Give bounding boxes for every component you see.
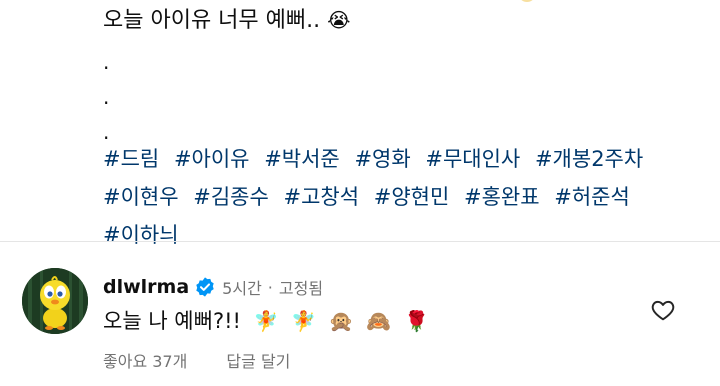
pinned-label: 고정됨 [278, 279, 324, 298]
caption-text: 오늘 아이유 너무 예뻐.. [103, 8, 321, 33]
caption-text-line: 오늘 아이유 너무 예뻐.. 😭 [103, 5, 351, 36]
tweety-avatar-icon [22, 268, 88, 334]
comment-username[interactable]: dlwlrma [103, 276, 189, 298]
caption-dot-1: . [103, 50, 110, 74]
see-no-evil-monkey-emoji: 🙈 [366, 309, 392, 333]
partial-emoji-peek [520, 0, 534, 2]
hashtag-link[interactable]: #박서준 [264, 140, 340, 178]
reply-button[interactable]: 답글 달기 [226, 352, 290, 371]
speak-no-evil-monkey-emoji: 🙊 [328, 309, 354, 333]
heart-outline-icon [651, 300, 675, 321]
likes-count[interactable]: 좋아요 37개 [103, 352, 187, 371]
caption-dot-3: . [103, 120, 110, 144]
comment-actions: 좋아요 37개 답글 달기 [103, 348, 290, 372]
verified-badge-icon [194, 276, 216, 298]
hashtag-link[interactable]: #개봉2주차 [535, 140, 643, 178]
hashtag-link[interactable]: #홍완표 [464, 178, 540, 216]
fairy-emoji: 🧚 [253, 309, 279, 333]
comment-text: 오늘 나 예뻐?!! [103, 309, 241, 333]
hashtag-link[interactable]: #이현우 [103, 178, 179, 216]
rose-emoji: 🌹 [404, 309, 429, 333]
hashtag-link[interactable]: #고창석 [284, 178, 360, 216]
hashtag-link[interactable]: #드림 [103, 140, 159, 178]
hashtag-link[interactable]: #영화 [354, 140, 410, 178]
meta-separator: · [267, 277, 273, 297]
avatar[interactable] [22, 268, 88, 334]
hashtag-link[interactable]: #아이유 [174, 140, 250, 178]
hashtag-link[interactable]: #김종수 [193, 178, 269, 216]
fairy-emoji: 🧚 [291, 309, 317, 333]
caption-dot-2: . [103, 85, 110, 109]
comment-timestamp: 5시간 [222, 279, 262, 298]
comment-header: dlwlrma 5시간 · 고정됨 [103, 274, 323, 300]
crying-face-emoji: 😭 [327, 8, 351, 32]
hashtag-link[interactable]: #양현민 [374, 178, 450, 216]
hashtag-link[interactable]: #허준석 [554, 178, 630, 216]
like-button[interactable] [650, 297, 676, 323]
hashtag-list: #드림 #아이유 #박서준 #영화 #무대인사 #개봉2주차 #이현우 #김종수… [103, 140, 713, 254]
hashtag-link[interactable]: #무대인사 [425, 140, 520, 178]
pinned-comment: dlwlrma 5시간 · 고정됨 오늘 나 예뻐?!! 🧚 🧚 🙊 🙈 🌹 좋… [0, 242, 720, 386]
comment-body: 오늘 나 예뻐?!! 🧚 🧚 🙊 🙈 🌹 [103, 306, 429, 336]
